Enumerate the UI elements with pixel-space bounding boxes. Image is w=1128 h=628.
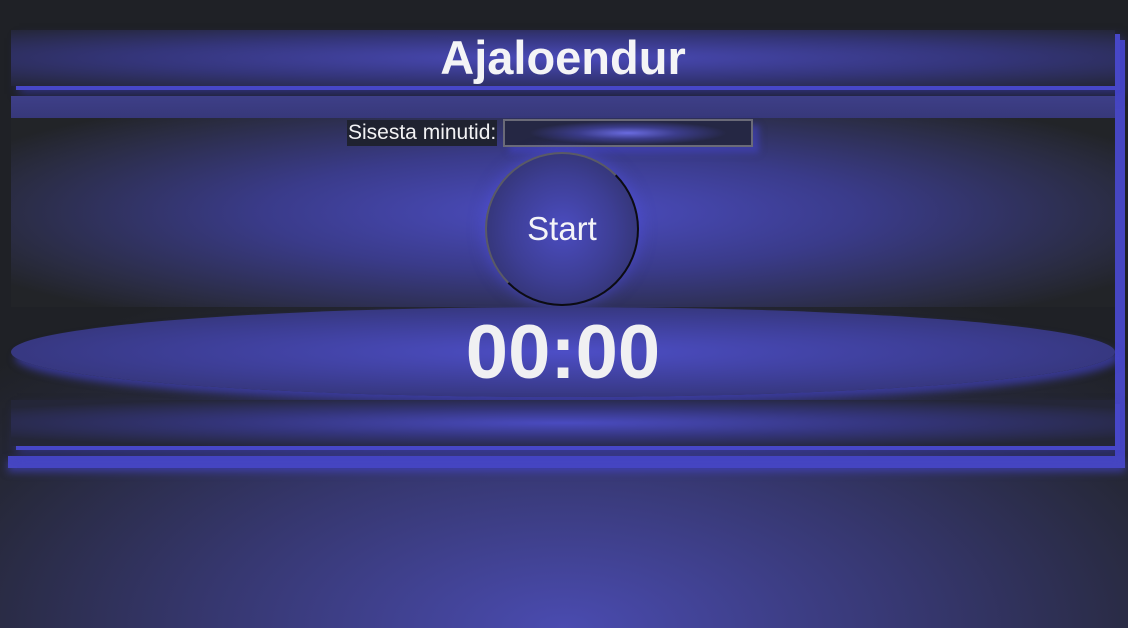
controls-panel: Sisesta minutid: Start	[11, 118, 1115, 307]
header-bar: Ajaloendur	[11, 30, 1115, 86]
timer-section: 00:00	[11, 307, 1115, 400]
frame-right-edge	[1115, 40, 1125, 464]
minutes-input-row: Sisesta minutid:	[347, 118, 754, 148]
start-button[interactable]: Start	[485, 152, 639, 306]
minutes-input[interactable]	[503, 119, 754, 147]
minutes-label: Sisesta minutid:	[347, 120, 498, 146]
header-strip	[11, 96, 1115, 118]
timer-display: 00:00	[465, 310, 661, 395]
footer-bar	[11, 400, 1115, 446]
page-title: Ajaloendur	[440, 31, 686, 84]
frame-bottom-edge	[8, 456, 1125, 468]
